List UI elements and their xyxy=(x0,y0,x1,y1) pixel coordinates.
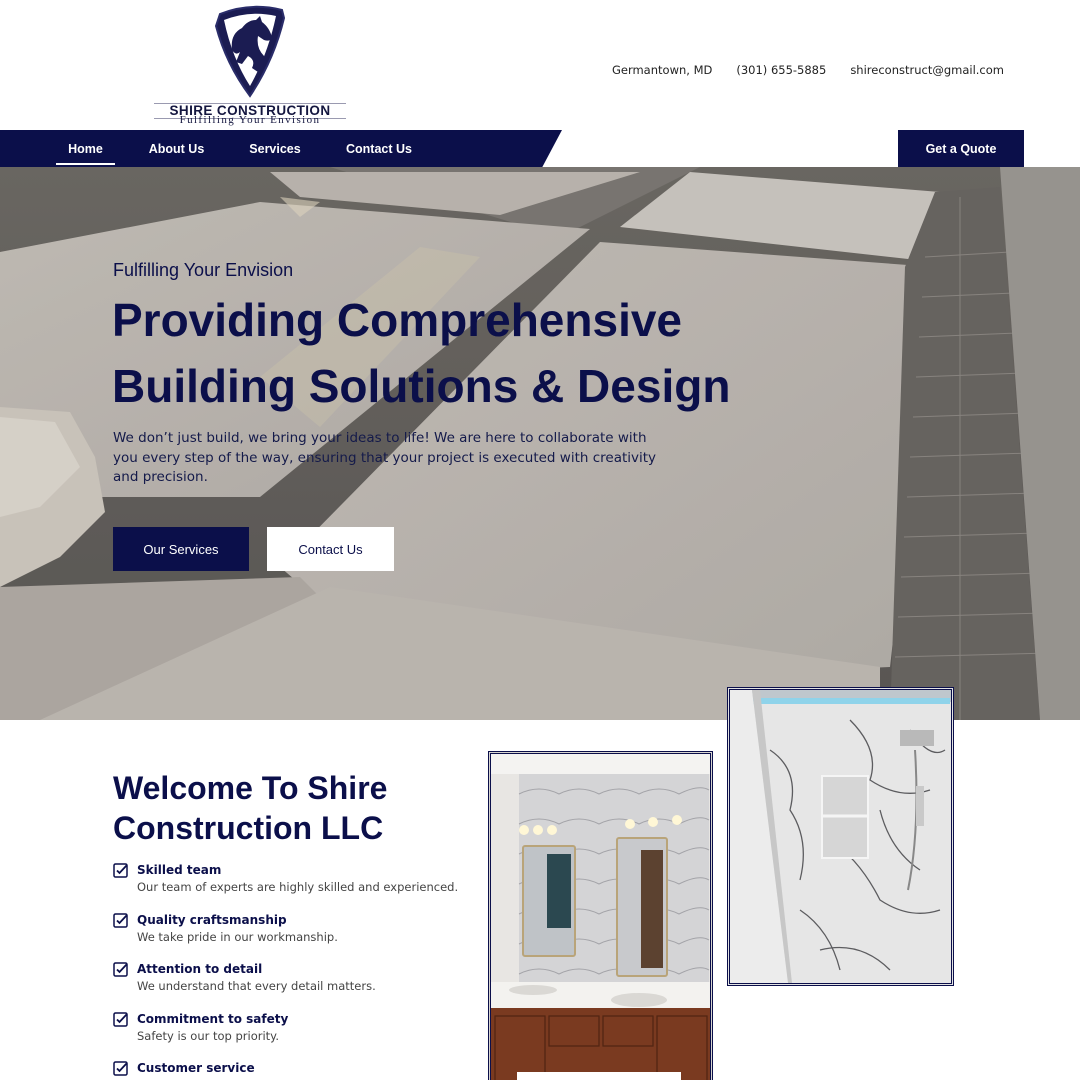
horse-shield-icon xyxy=(214,5,286,98)
email-link[interactable]: shireconstruct@gmail.com xyxy=(850,63,1004,77)
hero-title: Providing Comprehensive Building Solutio… xyxy=(112,294,731,412)
feature-title: Skilled team xyxy=(137,863,222,877)
bathroom-vanity-photo xyxy=(488,751,713,1080)
site-logo[interactable]: SHIRE CONSTRUCTION Fulfilling Your Envis… xyxy=(150,2,350,126)
checkbox-check-icon xyxy=(113,912,128,928)
hero-section: Fulfilling Your Envision Providing Compr… xyxy=(0,167,1080,720)
location-text: Germantown, MD xyxy=(611,63,713,77)
feature-description: We understand that every detail matters. xyxy=(137,979,376,994)
phone-link[interactable]: (301) 655-5885 xyxy=(736,63,826,77)
list-item: Skilled team Our team of experts are hig… xyxy=(113,862,473,912)
hero-description: We don’t just build, we bring your ideas… xyxy=(113,430,657,485)
site-header: SHIRE CONSTRUCTION Fulfilling Your Envis… xyxy=(0,0,1080,130)
get-quote-button[interactable]: Get a Quote xyxy=(898,130,1024,167)
list-item: Commitment to safety Safety is our top p… xyxy=(113,1011,473,1061)
nav-item-about-us[interactable]: About Us xyxy=(115,130,238,167)
nav-item-home[interactable]: Home xyxy=(56,130,115,167)
nav-item-services[interactable]: Services xyxy=(238,130,312,167)
feature-list: Skilled team Our team of experts are hig… xyxy=(113,862,473,1080)
feature-description: Safety is our top priority. xyxy=(137,1028,280,1043)
list-item: Quality craftsmanship We take pride in o… xyxy=(113,912,473,962)
main-nav: Home About Us Services Contact Us xyxy=(56,130,446,167)
marble-shower-photo xyxy=(727,687,954,986)
feature-description: Our team of experts are highly skilled a… xyxy=(137,880,459,894)
checkbox-check-icon xyxy=(113,863,128,878)
checkbox-check-icon xyxy=(113,962,128,977)
logo-tagline: Fulfilling Your Envision xyxy=(179,114,321,126)
checkbox-check-icon xyxy=(113,1012,128,1027)
feature-title: Commitment to safety xyxy=(137,1011,289,1026)
feature-title: Customer service xyxy=(137,1061,255,1076)
checkbox-check-icon xyxy=(113,1061,128,1077)
contact-us-button[interactable]: Contact Us xyxy=(267,527,394,571)
contact-bar: Germantown, MD (301) 655-5885 shireconst… xyxy=(612,63,1004,77)
our-services-button[interactable]: Our Services xyxy=(113,527,249,571)
list-item: Attention to detail We understand that e… xyxy=(113,961,473,1011)
feature-title: Attention to detail xyxy=(137,962,263,977)
list-item: Customer service xyxy=(113,1060,473,1080)
welcome-title: Welcome To Shire Construction LLC xyxy=(113,770,388,846)
feature-description: We take pride in our workmanship. xyxy=(137,929,338,944)
hero-kicker: Fulfilling Your Envision xyxy=(113,260,294,280)
nav-item-contact-us[interactable]: Contact Us xyxy=(312,130,446,167)
feature-title: Quality craftsmanship xyxy=(137,912,287,927)
